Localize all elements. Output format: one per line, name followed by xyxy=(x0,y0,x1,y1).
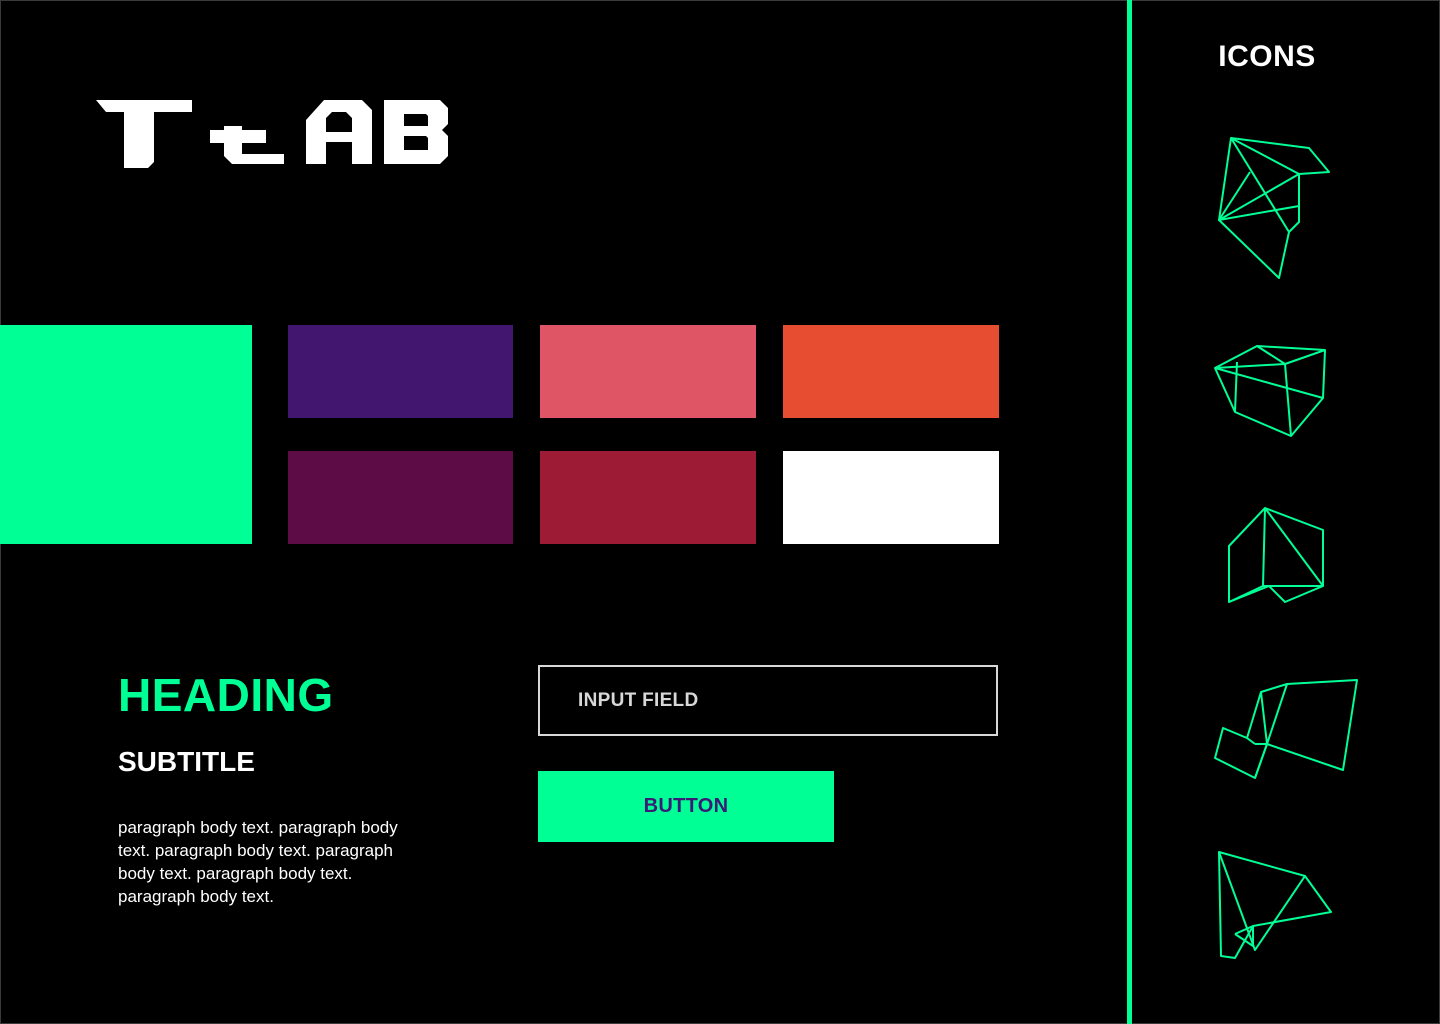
polygon-bird-icon xyxy=(1205,132,1365,282)
swatch-plum xyxy=(288,451,513,544)
swatch-green xyxy=(0,325,252,544)
swatch-orange xyxy=(783,325,999,418)
swatch-pink xyxy=(540,325,756,418)
sidebar-divider xyxy=(1127,0,1132,1024)
primary-button[interactable]: BUTTON xyxy=(538,771,834,842)
swatch-purple xyxy=(288,325,513,418)
paragraph-sample: paragraph body text. paragraph body text… xyxy=(118,818,398,906)
t-lab-logo-mark xyxy=(96,100,448,168)
t-lab-logo xyxy=(94,96,450,168)
heading-sample: HEADING xyxy=(118,669,334,721)
polygon-kite-icon xyxy=(1205,672,1365,822)
polygon-cube-icon xyxy=(1205,338,1365,488)
polygon-gem-icon xyxy=(1205,500,1365,650)
polygon-plane-icon xyxy=(1205,842,1365,992)
subtitle-sample: SUBTITLE xyxy=(118,746,255,777)
swatch-crimson xyxy=(540,451,756,544)
input-field[interactable] xyxy=(538,665,998,736)
swatch-white xyxy=(783,451,999,544)
icons-panel-title: ICONS xyxy=(1218,40,1316,73)
